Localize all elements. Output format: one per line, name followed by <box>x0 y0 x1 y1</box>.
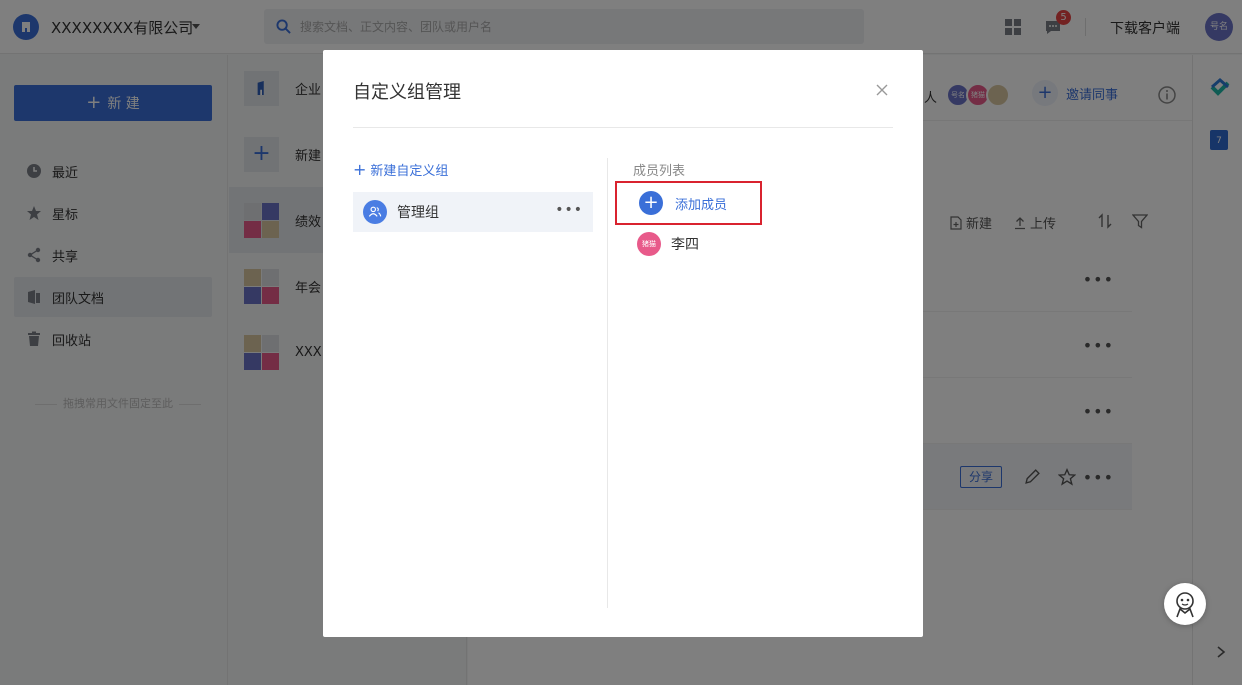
column-divider <box>607 158 608 608</box>
close-icon[interactable] <box>874 82 890 98</box>
member-list-item[interactable]: 猪猫 李四 <box>637 231 699 257</box>
group-name: 管理组 <box>397 205 439 221</box>
custom-group-modal: 自定义组管理 + 新建自定义组 管理组 ••• 成员列表 + 添加成员 猪猫 李四 <box>323 50 923 637</box>
member-name: 李四 <box>671 237 699 253</box>
plus-circle-icon: + <box>639 191 663 215</box>
group-item[interactable]: 管理组 ••• <box>353 192 593 232</box>
group-users-icon <box>363 200 387 224</box>
new-custom-group-button[interactable]: + 新建自定义组 <box>353 160 448 179</box>
add-member-button[interactable]: + 添加成员 <box>615 181 762 225</box>
assistant-bot-icon[interactable] <box>1164 583 1206 625</box>
plus-icon: + <box>353 159 367 179</box>
modal-title: 自定义组管理 <box>353 82 461 103</box>
members-heading: 成员列表 <box>633 164 686 179</box>
avatar: 猪猫 <box>637 232 661 256</box>
modal-divider <box>353 127 893 128</box>
more-icon[interactable]: ••• <box>555 202 583 218</box>
